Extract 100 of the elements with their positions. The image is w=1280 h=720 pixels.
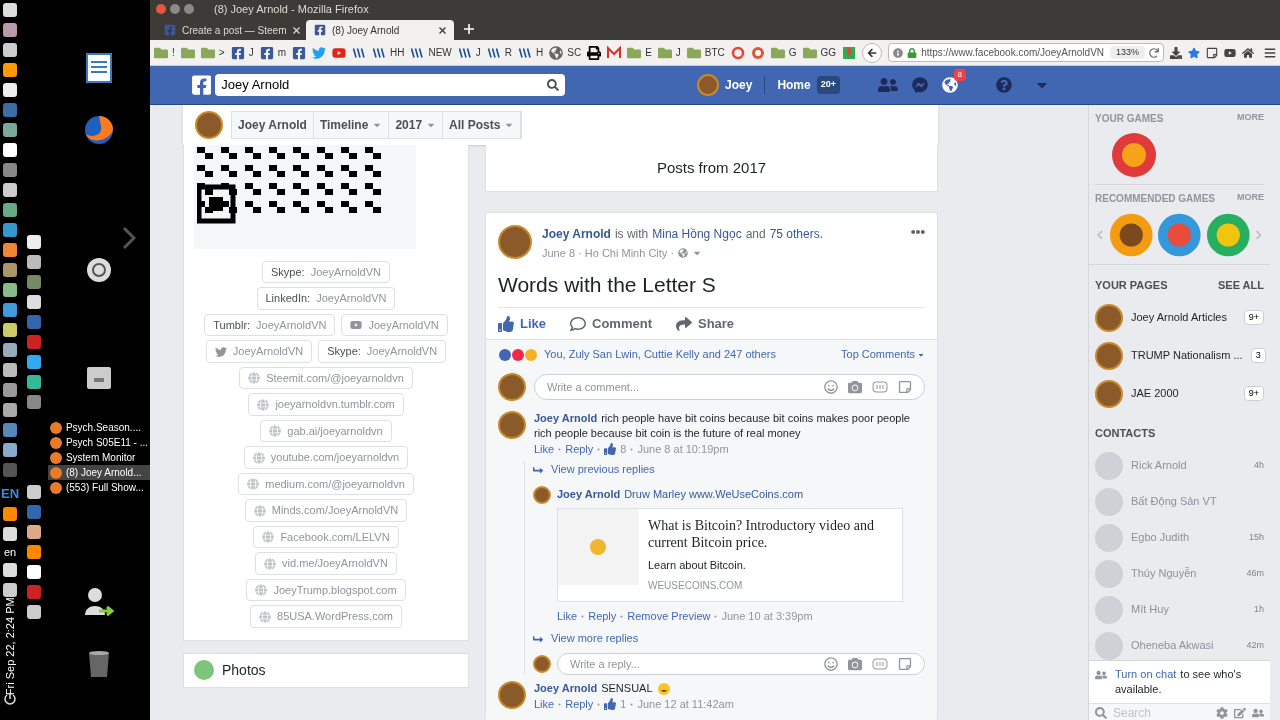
bookmark-item[interactable] <box>587 45 602 60</box>
friends-icon[interactable] <box>878 75 898 95</box>
browser-logo-icon[interactable] <box>82 114 115 146</box>
reload-icon[interactable] <box>1149 47 1159 58</box>
sort-comments-button[interactable]: Top Comments <box>841 346 925 363</box>
bookmark-item[interactable]: J <box>657 45 681 60</box>
bookmark-item[interactable]: E <box>627 45 652 60</box>
facebook-logo-icon[interactable] <box>192 74 212 96</box>
avatar[interactable] <box>498 680 526 709</box>
game-icon[interactable] <box>1108 212 1154 258</box>
bookmark-item[interactable]: SC <box>549 45 582 60</box>
profile-link[interactable]: Skype: JoeyArnoldVN <box>262 260 390 284</box>
comment-bar[interactable]: Write a comment... <box>534 373 925 400</box>
globe-icon[interactable] <box>678 248 689 259</box>
contact-item[interactable]: Thúy Nguyễn 46m <box>1095 559 1264 588</box>
messenger-icon[interactable] <box>912 77 928 93</box>
page-item[interactable]: JAE 2000 9+ <box>1095 379 1264 408</box>
avatar[interactable] <box>498 224 532 259</box>
contact-item[interactable]: Rick Arnold 4h <box>1095 451 1264 480</box>
document-icon[interactable] <box>84 52 113 84</box>
contact-item[interactable]: Egbo Judith 15h <box>1095 523 1264 552</box>
page-item[interactable]: TRUMP Nationalism ... 3 <box>1095 341 1264 370</box>
circle-logo-icon[interactable] <box>84 256 113 284</box>
avatar[interactable] <box>195 110 223 139</box>
profile-link[interactable]: Joey <box>725 76 766 94</box>
avatar[interactable] <box>498 372 526 401</box>
address-bar[interactable]: https://www.facebook.com/JoeyArnoldVN 133% <box>888 43 1164 62</box>
facebook-search-field[interactable]: Joey Arnold <box>221 75 547 95</box>
filter-dropdown[interactable]: 2017 <box>389 111 444 138</box>
avatar[interactable] <box>533 485 551 504</box>
avatar[interactable] <box>1095 303 1123 332</box>
comment-action-link[interactable]: Remove Preview <box>627 607 711 625</box>
profile-link[interactable]: Skype: JoeyArnoldVN <box>318 340 447 363</box>
close-window-button[interactable] <box>156 4 166 14</box>
comment-author-link[interactable]: Joey Arnold <box>534 681 598 694</box>
comment-action-link[interactable]: Reply <box>588 607 617 625</box>
bookmark-item[interactable]: R <box>486 45 512 60</box>
post-action-button[interactable]: Share <box>675 313 735 334</box>
bookmark-item[interactable]: NEW <box>410 45 452 60</box>
people-icon[interactable] <box>1252 706 1264 719</box>
bookmark-star-icon[interactable] <box>1188 46 1200 59</box>
comment-action-link[interactable]: Like <box>534 440 555 458</box>
bookmark-item[interactable]: HH <box>371 45 405 60</box>
search-bar[interactable]: Joey Arnold <box>215 74 565 96</box>
avatar[interactable] <box>1095 341 1123 370</box>
help-icon[interactable] <box>996 77 1012 93</box>
search-icon[interactable] <box>547 79 559 91</box>
comment-author-link[interactable]: Joey Arnold <box>534 411 598 424</box>
tagged-friend-link[interactable]: Mina Hồng Ngọc <box>652 224 742 243</box>
see-all-link[interactable]: SEE ALL <box>1217 277 1264 294</box>
video-icon[interactable] <box>1224 46 1236 59</box>
reply-bar[interactable]: Write a reply... <box>557 652 925 675</box>
chevron-right-icon[interactable] <box>121 226 136 250</box>
bookmark-item[interactable]: m <box>259 45 286 60</box>
bookmark-item[interactable] <box>291 45 306 60</box>
back-button[interactable] <box>862 42 883 63</box>
reply-input-field[interactable]: Write a reply... <box>570 655 730 673</box>
clock[interactable]: Fri Sep 22, 2:24 PM <box>1 597 19 695</box>
maximize-window-button[interactable] <box>184 4 194 14</box>
contact-item[interactable]: Oheneba Akwasi 42m <box>1095 631 1264 660</box>
sticker-icon[interactable] <box>898 379 912 394</box>
filter-dropdown[interactable]: Timeline <box>313 111 390 138</box>
filter-dropdown[interactable]: All Posts <box>443 111 522 138</box>
chat-search-field[interactable]: Search <box>1113 703 1193 720</box>
launcher-icons-drawing[interactable] <box>24 482 43 622</box>
taskbar-window-item[interactable]: Psych S05E11 - ... <box>47 435 150 450</box>
bookmark-item[interactable]: ! <box>154 45 175 60</box>
comment-author-link[interactable]: Joey Arnold <box>557 485 621 503</box>
comment-action-link[interactable]: Reply <box>565 440 594 458</box>
profile-link[interactable]: Tumblr: JoeyArnoldVN <box>204 313 336 337</box>
input-language-indicator[interactable]: EN <box>0 484 20 504</box>
bookmark-item[interactable]: G <box>770 45 797 60</box>
home-link[interactable]: Home <box>777 76 811 94</box>
game-icon[interactable] <box>1157 212 1202 258</box>
post-action-button[interactable]: Comment <box>570 313 652 334</box>
others-link[interactable]: 75 others. <box>769 224 824 243</box>
minimize-window-button[interactable] <box>170 4 180 14</box>
view-replies-link[interactable]: View more replies <box>533 630 925 647</box>
bookmark-item[interactable]: GG <box>802 45 837 60</box>
browser-tab[interactable]: (8) Joey Arnold <box>306 20 454 40</box>
profile-name-link[interactable]: Joey Arnold <box>232 111 314 138</box>
comment-action-link[interactable]: Like <box>557 607 578 625</box>
profile-link[interactable]: LinkedIn: JoeyArnoldVN <box>256 287 396 310</box>
bookmark-item[interactable] <box>351 45 366 60</box>
taskbar-window-item[interactable]: System Monitor <box>47 450 150 465</box>
gif-icon[interactable] <box>872 657 888 670</box>
game-icon[interactable] <box>1111 132 1157 178</box>
avatar[interactable] <box>1095 379 1123 408</box>
avatar[interactable] <box>498 410 526 439</box>
launcher-icons-drawing[interactable] <box>24 232 43 412</box>
turn-on-chat-link[interactable]: Turn on chat <box>1115 667 1177 680</box>
bookmark-item[interactable]: J <box>457 45 481 60</box>
new-tab-button[interactable] <box>464 24 474 34</box>
menu-icon[interactable] <box>1264 46 1276 59</box>
comment-action-link[interactable]: Like <box>534 696 555 713</box>
page-item[interactable]: Joey Arnold Articles 9+ <box>1095 303 1264 332</box>
sticker-icon[interactable] <box>898 656 912 671</box>
info-icon[interactable] <box>893 47 904 58</box>
post-action-button[interactable]: Like <box>498 313 546 334</box>
notifications-globe-icon[interactable] <box>942 77 958 93</box>
